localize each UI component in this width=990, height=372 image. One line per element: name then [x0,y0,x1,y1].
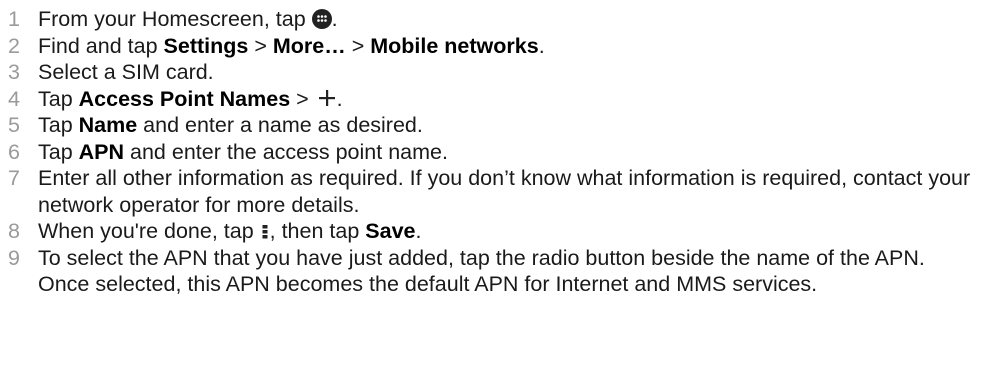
step-number: 7 [8,166,20,190]
step-number: 6 [8,139,20,164]
step-3: 3 Select a SIM card. [0,59,990,86]
overflow-menu-icon [261,221,269,241]
step-text: Tap Name and enter a name as desired. [38,113,423,137]
step-text: Tap Access Point Names > . [38,86,343,111]
plus-icon [317,88,337,108]
settings-label: Settings [163,33,249,58]
step-number: 5 [8,113,20,137]
mobile-networks-label: Mobile networks [370,33,539,58]
step-text: Tap APN and enter the access point name. [38,139,448,164]
save-label: Save [365,219,416,243]
step-text: Find and tap Settings > More… > Mobile n… [38,33,545,58]
access-point-names-label: Access Point Names [78,86,291,111]
apn-label: APN [78,139,125,164]
step-number: 3 [8,60,20,84]
step-7: 7 Enter all other information as require… [0,165,990,218]
step-2: 2 Find and tap Settings > More… > Mobile… [0,33,990,60]
step-6: 6 Tap APN and enter the access point nam… [0,139,990,166]
step-number: 1 [8,7,20,31]
step-text: Enter all other information as required.… [38,166,971,217]
step-1: 1 From your Homescreen, tap . [0,6,990,33]
step-number: 9 [8,245,20,270]
step-number: 8 [8,219,20,243]
step-5: 5 Tap Name and enter a name as desired. [0,112,990,139]
step-text: To select the APN that you have just add… [38,245,925,297]
step-number: 2 [8,33,20,58]
step-4: 4 Tap Access Point Names > . [0,86,990,113]
step-9: 9 To select the APN that you have just a… [0,245,990,298]
step-text: From your Homescreen, tap . [38,7,338,31]
step-text: Select a SIM card. [38,60,214,84]
apps-icon [311,9,332,29]
step-text: When you're done, tap , then tap Save. [38,219,422,243]
more-label: More… [272,33,346,58]
step-8: 8 When you're done, tap , then tap Save. [0,218,990,245]
name-label: Name [78,113,138,137]
step-number: 4 [8,86,20,111]
instruction-steps: 1 From your Homescreen, tap . 2 Find and… [0,0,990,298]
